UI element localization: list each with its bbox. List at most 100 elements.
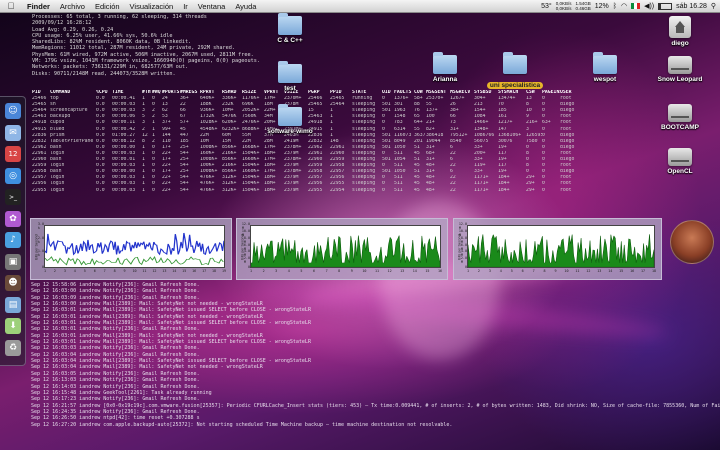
x-tick-label: 4 (287, 269, 290, 273)
menu-item-ayuda[interactable]: Ayuda (230, 2, 261, 11)
table-cell: 45 (414, 187, 420, 193)
desktop-icon-diego[interactable]: diego (645, 16, 715, 47)
x-tick-label: 16 (630, 269, 635, 273)
table-cell: 511 (394, 187, 403, 193)
desktop-icon-label: test (284, 85, 296, 92)
y-tick-label: 2.0 M (460, 256, 467, 265)
x-tick-label: 15 (619, 269, 624, 273)
safari-icon[interactable]: ◎ (5, 167, 21, 184)
temperature-readout: 53° (541, 2, 552, 10)
x-tick-label: 15 (182, 269, 187, 273)
menu-bar:  FinderArchivoEdiciónVisualizaciónIrVen… (0, 0, 720, 13)
table-cell: sleeping (352, 187, 376, 193)
hard-drive-icon (668, 148, 692, 166)
log-line: Sep 12 16:27:20 iandrew com.apple.backup… (31, 421, 453, 428)
folder-icon (593, 52, 617, 74)
desktop-icon-uni-specialistica[interactable]: uni specialistica (480, 52, 550, 92)
x-tick-label: 16 (192, 269, 197, 273)
desktop-icon-label: wespot (593, 76, 617, 83)
hard-drive-icon (668, 104, 692, 122)
terminal-icon[interactable]: >_ (5, 189, 21, 205)
network-speed: 0,0KB/s 0,0KB/s (555, 1, 572, 11)
x-tick-label: 2 (53, 269, 56, 273)
itunes-icon[interactable]: ♪ (5, 232, 21, 248)
x-tick-label: 12 (387, 269, 392, 273)
x-tick-label: 18 (651, 269, 657, 273)
graph-panel-1: Bits per Second 3.0 k 2.0 k 1.0 k0123456789… (30, 218, 232, 280)
menu-item-finder[interactable]: Finder (22, 2, 55, 11)
menu-item-ir[interactable]: Ir (178, 2, 193, 11)
folder-icon (278, 13, 302, 35)
home-folder-icon (669, 16, 691, 38)
battery-icon[interactable] (658, 2, 673, 10)
x-tick-label: 14 (608, 269, 613, 273)
menu-item-ventana[interactable]: Ventana (193, 2, 231, 11)
x-tick-label: 9 (350, 269, 353, 273)
table-cell: 22+ (162, 187, 171, 193)
system-log: Sep 12 15:58:06 iandrew Notify[236]: Gma… (31, 282, 720, 428)
memory-meter: 1.54GB 0.46GB (575, 1, 591, 11)
x-tick-label: 2 (477, 269, 480, 273)
summary-line: Disks: 90711/2148M read, 244073/3528M wr… (32, 70, 176, 77)
graph-panel-3: Bits per Second 12.0 M 10.0 M 8.0 M 6.0 M 4.0… (453, 218, 662, 280)
x-tick-label: 19 (221, 269, 227, 273)
desktop-icon-arianna[interactable]: Arianna (410, 52, 480, 83)
folder-icon (278, 104, 302, 126)
table-cell: 1171+ (474, 187, 489, 193)
apple-menu-icon[interactable]:  (0, 1, 22, 11)
table-cell: 54+ (180, 187, 189, 193)
cpu-meter: 12% (594, 2, 609, 10)
desktop-icon-label: Arianna (432, 76, 458, 83)
input-language-flag-icon[interactable] (631, 3, 641, 9)
menu-item-archivo[interactable]: Archivo (55, 2, 90, 11)
desktop-icon-software-wimo[interactable]: software-wimo (255, 104, 325, 135)
user-avatar-widget (670, 220, 714, 264)
trash-icon[interactable]: ♻ (5, 339, 21, 356)
table-cell: 22954 (330, 187, 345, 193)
x-tick-label: 17 (202, 269, 207, 273)
x-tick-label: 4 (499, 269, 502, 273)
table-row: 22955 login 0.0 00:00.03 1 0 22+ 54+ 476K+ 312K+ 1… (32, 188, 578, 194)
photo-icon[interactable]: ✿ (5, 210, 21, 227)
wifi-icon[interactable]: ◠ (621, 2, 627, 10)
calendar-icon[interactable]: 12 (5, 146, 21, 162)
finder-icon[interactable]: ☺ (5, 103, 21, 119)
x-tick-label: 18 (212, 269, 217, 273)
downloads-stack-icon[interactable]: ⬇ (5, 318, 21, 334)
x-tick-label: 3 (275, 269, 278, 273)
series-line-secondary (45, 256, 224, 266)
desktop-icon-opencl[interactable]: OpenCL (645, 148, 715, 175)
x-tick-label: 11 (575, 269, 580, 273)
bluetooth-icon[interactable]: ᛒ (613, 3, 617, 10)
volume-icon[interactable]: ◀)) (644, 2, 654, 10)
x-tick-label: 6 (521, 269, 524, 273)
x-tick-label: 6 (93, 269, 96, 273)
desktop-icon-wespot[interactable]: wespot (570, 52, 640, 83)
menu-item-visualización[interactable]: Visualización (125, 2, 179, 11)
x-tick-label: 16 (437, 269, 443, 273)
table-cell: 0.0 (96, 187, 105, 193)
desktop-icon-label: uni specialistica (486, 82, 544, 89)
desktop-icon-test[interactable]: test (255, 61, 325, 92)
desktop-icon-label: software-wimo (267, 128, 313, 135)
screenshot-icon[interactable]: ▣ (5, 253, 21, 270)
x-tick-label: 8 (113, 269, 116, 273)
graph-y-axis-label: Bits per Second (32, 225, 42, 268)
series-area (251, 235, 440, 267)
series-area (468, 234, 654, 267)
folder-stack-icon[interactable]: ▤ (5, 296, 21, 313)
mail-icon[interactable]: ✉ (5, 124, 21, 141)
avatar-app-icon[interactable]: ☻ (5, 275, 21, 291)
graph-plot-area: 12.0 M 10.0 M 8.0 M 6.0 M 4.0 M 2.0 M01234567… (242, 222, 442, 273)
table-cell: 00:00.03 (112, 187, 136, 193)
desktop-icon-bootcamp[interactable]: BOOTCAMP (645, 104, 715, 131)
menu-clock[interactable]: sáb 16.28 (676, 3, 707, 10)
spotlight-icon[interactable]: ⚲ (711, 2, 716, 10)
menu-item-edición[interactable]: Edición (90, 2, 125, 11)
top-summary: Processes: 65 total, 3 running, 62 sleep… (32, 14, 260, 77)
desktop-icon-c-c-[interactable]: C & C++ (255, 13, 325, 44)
desktop-icon-snow-leopard[interactable]: Snow Leopard (645, 56, 715, 83)
table-cell: 22 (450, 187, 456, 193)
table-cell: 48+ (426, 187, 435, 193)
x-tick-label: 8 (543, 269, 546, 273)
